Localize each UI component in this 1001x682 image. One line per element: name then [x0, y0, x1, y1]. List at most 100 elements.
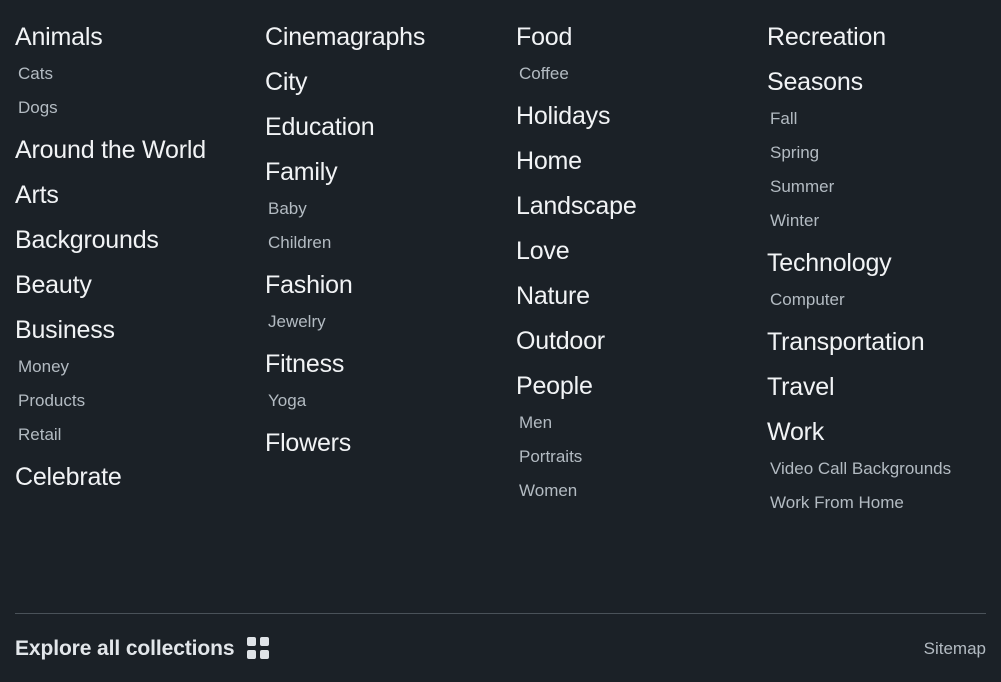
category-heading-link[interactable]: Family [265, 151, 495, 196]
category-heading-link[interactable]: Seasons [767, 61, 995, 106]
category-group: Home [516, 140, 746, 185]
subcategory-link[interactable]: Summer [770, 174, 995, 208]
subcategory-link[interactable]: Baby [268, 196, 495, 230]
subcategory-list-item: Video Call Backgrounds [770, 456, 995, 490]
subcategory-list: Cats Dogs [15, 61, 244, 129]
category-heading-link[interactable]: Fashion [265, 264, 495, 309]
subcategory-list-item: Cats [18, 61, 244, 95]
subcategory-link[interactable]: Coffee [519, 61, 746, 95]
subcategory-list-item: Work From Home [770, 490, 995, 524]
subcategory-link[interactable]: Dogs [18, 95, 244, 129]
category-heading-link[interactable]: City [265, 61, 495, 106]
category-heading-link[interactable]: People [516, 365, 746, 410]
collections-column: Animals Cats Dogs Around the World Arts Backg… [0, 16, 250, 600]
explore-all-collections-button[interactable]: Explore all collections [15, 636, 270, 660]
category-heading-link[interactable]: Landscape [516, 185, 746, 230]
category-heading-link[interactable]: Work [767, 411, 995, 456]
category-heading-link[interactable]: Travel [767, 366, 995, 411]
subcategory-link[interactable]: Spring [770, 140, 995, 174]
category-group: Fitness Yoga [265, 343, 495, 422]
subcategory-link[interactable]: Computer [770, 287, 995, 321]
category-group: Nature [516, 275, 746, 320]
subcategory-list-item: Products [18, 388, 244, 422]
category-heading-link[interactable]: Transportation [767, 321, 995, 366]
category-group: Arts [15, 174, 244, 219]
category-group: Love [516, 230, 746, 275]
category-group: Seasons Fall Spring Summer Winter [767, 61, 995, 242]
category-heading-link[interactable]: Nature [516, 275, 746, 320]
subcategory-link[interactable]: Women [519, 478, 746, 512]
category-group: Holidays [516, 95, 746, 140]
category-group: People Men Portraits Women [516, 365, 746, 512]
subcategory-list: Money Products Retail [15, 354, 244, 456]
subcategory-list: Computer [767, 287, 995, 321]
category-group: Animals Cats Dogs [15, 16, 244, 129]
subcategory-link[interactable]: Jewelry [268, 309, 495, 343]
subcategory-link[interactable]: Money [18, 354, 244, 388]
subcategory-list-item: Yoga [268, 388, 495, 422]
category-heading-link[interactable]: Arts [15, 174, 244, 219]
category-heading-link[interactable]: Flowers [265, 422, 495, 467]
category-heading-link[interactable]: Around the World [15, 129, 244, 174]
category-heading-link[interactable]: Beauty [15, 264, 244, 309]
subcategory-list-item: Computer [770, 287, 995, 321]
subcategory-list-item: Dogs [18, 95, 244, 129]
subcategory-list-item: Women [519, 478, 746, 512]
category-heading-link[interactable]: Food [516, 16, 746, 61]
subcategory-list-item: Baby [268, 196, 495, 230]
subcategory-link[interactable]: Retail [18, 422, 244, 456]
subcategory-list: Video Call Backgrounds Work From Home [767, 456, 995, 524]
category-group: Transportation [767, 321, 995, 366]
category-group: Work Video Call Backgrounds Work From Home [767, 411, 995, 524]
category-heading-link[interactable]: Animals [15, 16, 244, 61]
category-heading-link[interactable]: Education [265, 106, 495, 151]
subcategory-link[interactable]: Video Call Backgrounds [770, 456, 995, 490]
subcategory-link[interactable]: Men [519, 410, 746, 444]
grid-icon [247, 637, 270, 659]
category-heading-link[interactable]: Fitness [265, 343, 495, 388]
category-group: Around the World [15, 129, 244, 174]
subcategory-link[interactable]: Portraits [519, 444, 746, 478]
category-group: Backgrounds [15, 219, 244, 264]
category-group: Recreation [767, 16, 995, 61]
grid-icon-cell [260, 637, 270, 646]
category-heading-link[interactable]: Outdoor [516, 320, 746, 365]
grid-icon-cell [247, 650, 257, 659]
category-group: City [265, 61, 495, 106]
category-group: Technology Computer [767, 242, 995, 321]
subcategory-list: Men Portraits Women [516, 410, 746, 512]
explore-all-collections-label: Explore all collections [15, 636, 235, 660]
subcategory-list-item: Coffee [519, 61, 746, 95]
subcategory-list-item: Summer [770, 174, 995, 208]
category-heading-link[interactable]: Home [516, 140, 746, 185]
collections-column: Food Coffee Holidays Home Landscape Love Natur… [501, 16, 752, 600]
subcategory-link[interactable]: Cats [18, 61, 244, 95]
category-heading-link[interactable]: Love [516, 230, 746, 275]
category-group: Flowers [265, 422, 495, 467]
subcategory-list: Coffee [516, 61, 746, 95]
category-group: Cinemagraphs [265, 16, 495, 61]
category-group: Family Baby Children [265, 151, 495, 264]
category-heading-link[interactable]: Backgrounds [15, 219, 244, 264]
category-group: Outdoor [516, 320, 746, 365]
category-group: Beauty [15, 264, 244, 309]
subcategory-list-item: Jewelry [268, 309, 495, 343]
subcategory-list-item: Portraits [519, 444, 746, 478]
subcategory-list-item: Children [268, 230, 495, 264]
category-heading-link[interactable]: Cinemagraphs [265, 16, 495, 61]
category-heading-link[interactable]: Technology [767, 242, 995, 287]
subcategory-link[interactable]: Yoga [268, 388, 495, 422]
category-heading-link[interactable]: Celebrate [15, 456, 244, 501]
subcategory-link[interactable]: Fall [770, 106, 995, 140]
sitemap-link[interactable]: Sitemap [924, 640, 986, 657]
collections-menu-panel: Animals Cats Dogs Around the World Arts Backg… [0, 0, 1001, 682]
subcategory-link[interactable]: Work From Home [770, 490, 995, 524]
subcategory-link[interactable]: Winter [770, 208, 995, 242]
grid-icon-cell [260, 650, 270, 659]
subcategory-link[interactable]: Children [268, 230, 495, 264]
category-heading-link[interactable]: Holidays [516, 95, 746, 140]
category-heading-link[interactable]: Business [15, 309, 244, 354]
subcategory-link[interactable]: Products [18, 388, 244, 422]
category-heading-link[interactable]: Recreation [767, 16, 995, 61]
subcategory-list: Jewelry [265, 309, 495, 343]
